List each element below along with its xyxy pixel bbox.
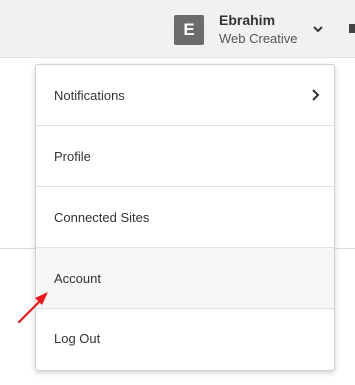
chevron-down-icon	[313, 26, 323, 33]
menu-item-label: Account	[54, 270, 101, 286]
user-role: Web Creative	[219, 31, 298, 46]
menu-item-label: Connected Sites	[54, 209, 150, 225]
menu-item-profile[interactable]: Profile	[36, 126, 334, 187]
account-dropdown-menu: Notifications Profile Connected Sites Ac…	[35, 64, 335, 371]
account-menu-toggle[interactable]	[307, 18, 329, 40]
cropped-toolbar-icon[interactable]	[349, 24, 355, 33]
menu-item-connected-sites[interactable]: Connected Sites	[36, 187, 334, 248]
menu-item-notifications[interactable]: Notifications	[36, 65, 334, 126]
red-arrow-icon	[17, 292, 48, 324]
user-name: Ebrahim	[219, 12, 276, 28]
menu-item-account[interactable]: Account	[36, 248, 334, 309]
menu-item-log-out[interactable]: Log Out	[36, 309, 334, 368]
menu-item-label: Log Out	[54, 331, 101, 346]
avatar[interactable]: E	[174, 15, 204, 45]
menu-item-label: Notifications	[54, 87, 125, 103]
menu-item-label: Profile	[54, 148, 91, 164]
top-bar: E Ebrahim Web Creative	[0, 0, 355, 58]
chevron-right-icon	[312, 89, 320, 101]
